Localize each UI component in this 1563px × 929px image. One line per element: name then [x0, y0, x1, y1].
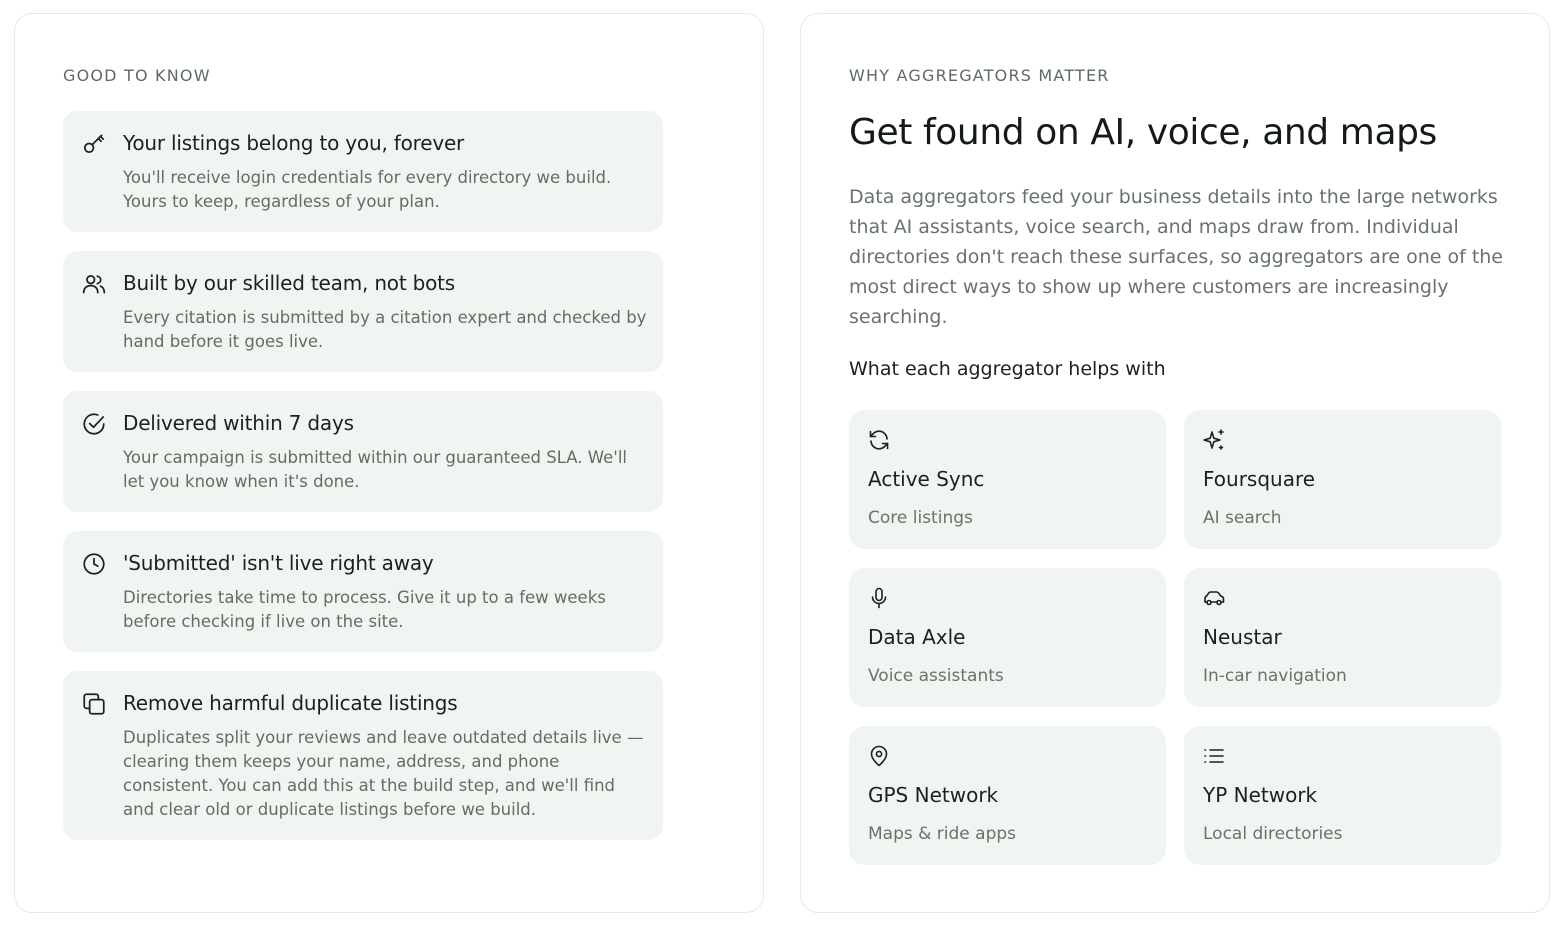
info-title: Built by our skilled team, not bots: [123, 271, 456, 295]
aggregators-heading: WHY AGGREGATORS MATTER: [849, 66, 1110, 85]
sparkles-icon: [1202, 428, 1226, 452]
refresh-icon: [867, 428, 891, 452]
aggregators-panel: WHY AGGREGATORS MATTER Get found on AI, …: [800, 13, 1550, 913]
aggregator-card-data-axle: Data Axle Voice assistants: [849, 568, 1166, 707]
aggregator-card-active-sync: Active Sync Core listings: [849, 410, 1166, 549]
good-to-know-panel: GOOD TO KNOW Your listings belong to you…: [14, 13, 764, 913]
copy-icon: [81, 691, 107, 717]
car-icon: [1202, 586, 1226, 610]
aggregator-card-foursquare: Foursquare AI search: [1184, 410, 1501, 549]
aggregator-desc: Local directories: [1203, 824, 1343, 844]
aggregator-name: GPS Network: [868, 783, 999, 807]
info-card-submitted: 'Submitted' isn't live right away Direct…: [63, 531, 663, 652]
users-icon: [81, 271, 107, 297]
aggregator-name: Data Axle: [868, 625, 966, 649]
clock-icon: [81, 551, 107, 577]
check-circle-icon: [81, 411, 107, 437]
aggregator-desc: Maps & ride apps: [868, 824, 1017, 844]
aggregators-subheading: What each aggregator helps with: [849, 358, 1166, 380]
info-title: Your listings belong to you, forever: [123, 131, 465, 155]
info-title: Delivered within 7 days: [123, 411, 354, 435]
info-body: Your campaign is submitted within our gu…: [123, 448, 627, 491]
aggregator-desc: Core listings: [868, 508, 973, 528]
info-title: 'Submitted' isn't live right away: [123, 551, 434, 575]
map-pin-icon: [867, 744, 891, 768]
good-to-know-heading: GOOD TO KNOW: [63, 66, 211, 85]
info-card-team: Built by our skilled team, not bots Ever…: [63, 251, 663, 372]
aggregator-card-yp-network: YP Network Local directories: [1184, 726, 1501, 865]
aggregator-desc: Voice assistants: [868, 666, 1004, 686]
info-body: Directories take time to process. Give i…: [123, 588, 606, 631]
info-body: Every citation is submitted by a citatio…: [123, 308, 647, 351]
aggregator-name: Active Sync: [868, 467, 985, 491]
info-card-ownership: Your listings belong to you, forever You…: [63, 111, 663, 232]
info-card-duplicates: Remove harmful duplicate listings Duplic…: [63, 671, 663, 840]
info-card-delivery: Delivered within 7 days Your campaign is…: [63, 391, 663, 512]
aggregator-name: YP Network: [1203, 783, 1318, 807]
info-body: You'll receive login credentials for eve…: [123, 168, 612, 211]
info-title: Remove harmful duplicate listings: [123, 691, 458, 715]
aggregator-card-gps-network: GPS Network Maps & ride apps: [849, 726, 1166, 865]
aggregators-lede: Data aggregators feed your business deta…: [849, 186, 1503, 328]
aggregators-title: Get found on AI, voice, and maps: [849, 112, 1437, 153]
key-icon: [81, 131, 107, 157]
aggregator-card-neustar: Neustar In-car navigation: [1184, 568, 1501, 707]
aggregator-name: Foursquare: [1203, 467, 1316, 491]
list-icon: [1202, 744, 1226, 768]
aggregator-desc: In-car navigation: [1203, 666, 1347, 686]
microphone-icon: [867, 586, 891, 610]
aggregator-desc: AI search: [1203, 508, 1282, 528]
aggregator-name: Neustar: [1203, 625, 1282, 649]
info-body: Duplicates split your reviews and leave …: [123, 728, 644, 819]
